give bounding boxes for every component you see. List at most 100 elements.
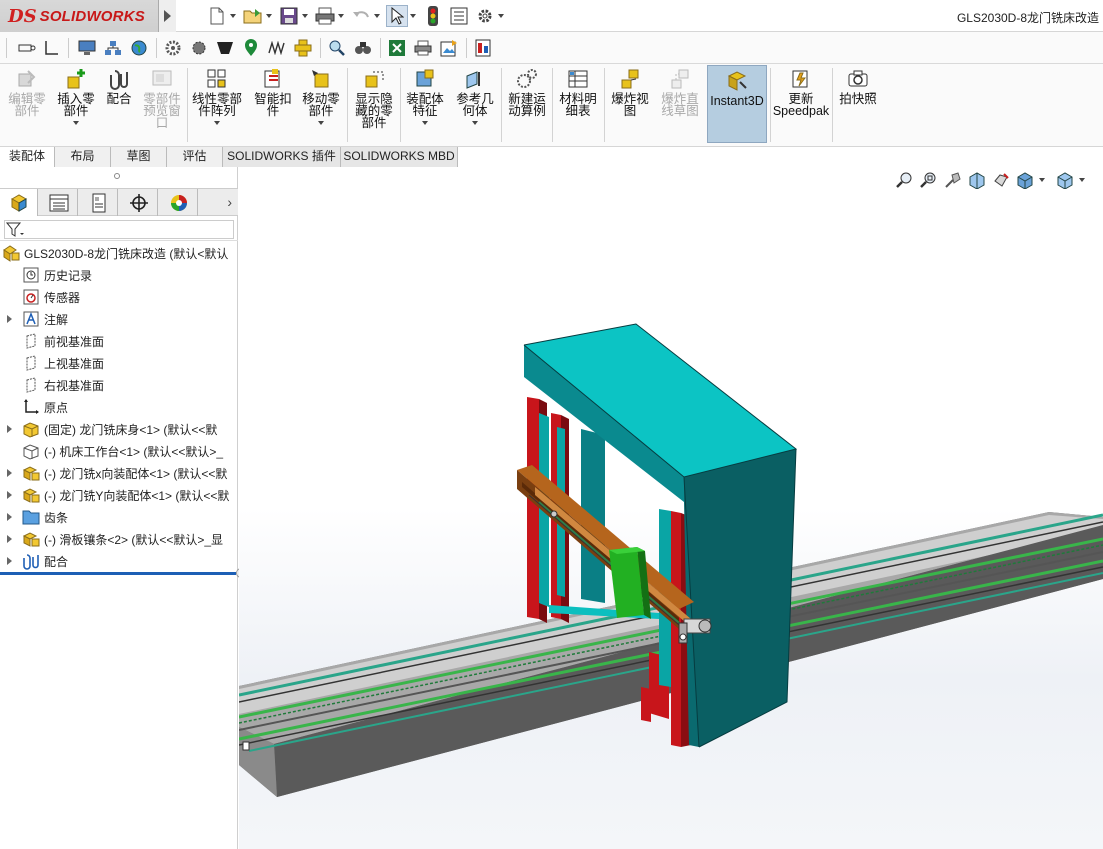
tree-filter-input[interactable]	[4, 220, 234, 239]
open-icon[interactable]	[242, 5, 264, 27]
show-hidden-components-button[interactable]: 显示隐 藏的零 部件	[350, 68, 398, 129]
tab-evaluate[interactable]: 评估	[167, 147, 223, 167]
edit-component-button[interactable]: 编辑零 部件	[5, 68, 49, 117]
globe-icon[interactable]	[128, 37, 150, 59]
chevron-right-icon	[164, 10, 171, 22]
display-manager-tab[interactable]	[160, 189, 198, 216]
cup-icon[interactable]	[214, 37, 236, 59]
location-pin-icon[interactable]	[240, 37, 262, 59]
mates-icon	[22, 552, 40, 570]
options-icon[interactable]	[474, 5, 496, 27]
tree-item-rack-folder[interactable]: 齿条	[4, 506, 68, 528]
graphics-area[interactable]	[239, 167, 1103, 849]
tree-root-assembly[interactable]: GLS2030D-8龙门铣床改造 (默认<默认	[2, 242, 228, 264]
save-dropdown[interactable]	[300, 5, 310, 27]
rollback-bar[interactable]	[0, 572, 236, 575]
expand-icon[interactable]	[4, 315, 14, 323]
tree-item-right-plane[interactable]: 右视基准面	[22, 374, 104, 396]
sensors-icon	[22, 288, 40, 306]
gear-icon[interactable]	[162, 37, 184, 59]
new-document-icon[interactable]	[206, 5, 228, 27]
gantry-milling-machine-model[interactable]	[239, 167, 1103, 849]
mate-button[interactable]: 配合	[103, 68, 135, 105]
tree-item-mates[interactable]: 配合	[4, 550, 68, 572]
caret-down-icon	[266, 14, 272, 18]
explode-line-sketch-button[interactable]: 爆炸直 线草图	[655, 68, 705, 117]
cmd-separator	[770, 68, 771, 142]
image-export-icon[interactable]	[438, 37, 460, 59]
tab-solidworks-mbd[interactable]: SOLIDWORKS MBD	[341, 147, 458, 167]
expand-icon[interactable]	[4, 425, 14, 433]
dimension-icon[interactable]	[16, 37, 38, 59]
connector-icon[interactable]	[292, 37, 314, 59]
tree-item-origin[interactable]: 原点	[22, 396, 68, 418]
smart-fasteners-button[interactable]: 智能扣 件	[251, 68, 295, 117]
settings-gear-icon[interactable]	[188, 37, 210, 59]
open-dropdown[interactable]	[264, 5, 274, 27]
select-icon[interactable]	[386, 5, 408, 27]
chevron-right-icon[interactable]: ›	[227, 194, 232, 210]
menu-expand-button[interactable]	[158, 0, 176, 32]
exploded-view-button[interactable]: 爆炸视 图	[607, 68, 653, 117]
assembly-features-button[interactable]: 装配体 特征	[402, 68, 448, 125]
cmd-separator	[552, 68, 553, 142]
tree-item-label: 齿条	[44, 510, 69, 525]
report-icon[interactable]	[472, 37, 494, 59]
file-properties-icon[interactable]	[448, 5, 470, 27]
expand-icon[interactable]	[4, 469, 14, 477]
linear-pattern-button[interactable]: 线性零部 件阵列	[189, 68, 245, 125]
printer-icon[interactable]	[412, 37, 434, 59]
print-dropdown[interactable]	[336, 5, 346, 27]
expand-icon[interactable]	[4, 535, 14, 543]
property-manager-tab[interactable]	[40, 189, 78, 216]
rebuild-icon[interactable]	[422, 5, 444, 27]
tab-layout[interactable]: 布局	[55, 147, 111, 167]
expand-icon[interactable]	[4, 491, 14, 499]
new-dropdown[interactable]	[228, 5, 238, 27]
tree-item-x-assembly[interactable]: (-) 龙门铣x向装配体<1> (默认<<默	[4, 462, 227, 484]
print-icon[interactable]	[314, 5, 336, 27]
spring-icon[interactable]	[266, 37, 288, 59]
tab-solidworks-addins[interactable]: SOLIDWORKS 插件	[223, 147, 341, 167]
tab-sketch[interactable]: 草图	[111, 147, 167, 167]
dimxpert-manager-tab[interactable]	[120, 189, 158, 216]
expand-icon[interactable]	[4, 557, 14, 565]
update-speedpak-button[interactable]: 更新 Speedpak	[773, 68, 829, 117]
take-snapshot-button[interactable]: 拍快照	[836, 68, 880, 105]
tree-item-worktable[interactable]: (-) 机床工作台<1> (默认<<默认>_	[22, 440, 223, 462]
tree-item-sensors[interactable]: 传感器	[22, 286, 80, 308]
tree-item-top-plane[interactable]: 上视基准面	[22, 352, 104, 374]
save-icon[interactable]	[278, 5, 300, 27]
panel-grip[interactable]	[114, 173, 120, 179]
network-icon[interactable]	[102, 37, 124, 59]
tree-item-y-assembly[interactable]: (-) 龙门铣Y向装配体<1> (默认<<默	[4, 484, 229, 506]
feature-manager-tab[interactable]	[0, 189, 38, 216]
document-title: GLS2030D-8龙门铣床改造	[956, 11, 1099, 25]
insert-component-button[interactable]: 插入零 部件	[52, 68, 100, 125]
options-dropdown[interactable]	[496, 5, 506, 27]
tree-item-history[interactable]: 历史记录	[22, 264, 92, 286]
tab-assembly[interactable]: 装配体	[0, 147, 55, 167]
component-preview-button[interactable]: 零部件 预览窗 口	[138, 68, 186, 129]
zoom-icon[interactable]	[326, 37, 348, 59]
new-motion-study-button[interactable]: 新建运 动算例	[504, 68, 550, 117]
expand-icon[interactable]	[4, 513, 14, 521]
tree-item-gib-strip[interactable]: (-) 滑板镶条<2> (默认<<默认>_显	[4, 528, 223, 550]
tree-item-annotations[interactable]: 注解	[4, 308, 68, 330]
undo-dropdown[interactable]	[372, 5, 382, 27]
instant3d-button[interactable]: Instant3D	[707, 65, 767, 143]
select-dropdown[interactable]	[408, 5, 418, 27]
tree-item-front-plane[interactable]: 前视基准面	[22, 330, 104, 352]
excel-icon[interactable]	[386, 37, 408, 59]
configuration-manager-tab[interactable]	[80, 189, 118, 216]
solidworks-logo[interactable]: DS SOLIDWORKS	[0, 0, 158, 32]
tree-item-machine-bed[interactable]: (固定) 龙门铣床身<1> (默认<<默	[4, 418, 217, 440]
reference-geometry-button[interactable]: 参考几 何体	[452, 68, 498, 125]
configuration-icon	[92, 193, 105, 212]
move-component-button[interactable]: 移动零 部件	[298, 68, 344, 125]
monitor-icon[interactable]	[76, 37, 98, 59]
undo-icon[interactable]	[350, 5, 372, 27]
bill-of-materials-button[interactable]: 材料明 细表	[555, 68, 601, 117]
binoculars-icon[interactable]	[352, 37, 374, 59]
angle-icon[interactable]	[40, 37, 62, 59]
